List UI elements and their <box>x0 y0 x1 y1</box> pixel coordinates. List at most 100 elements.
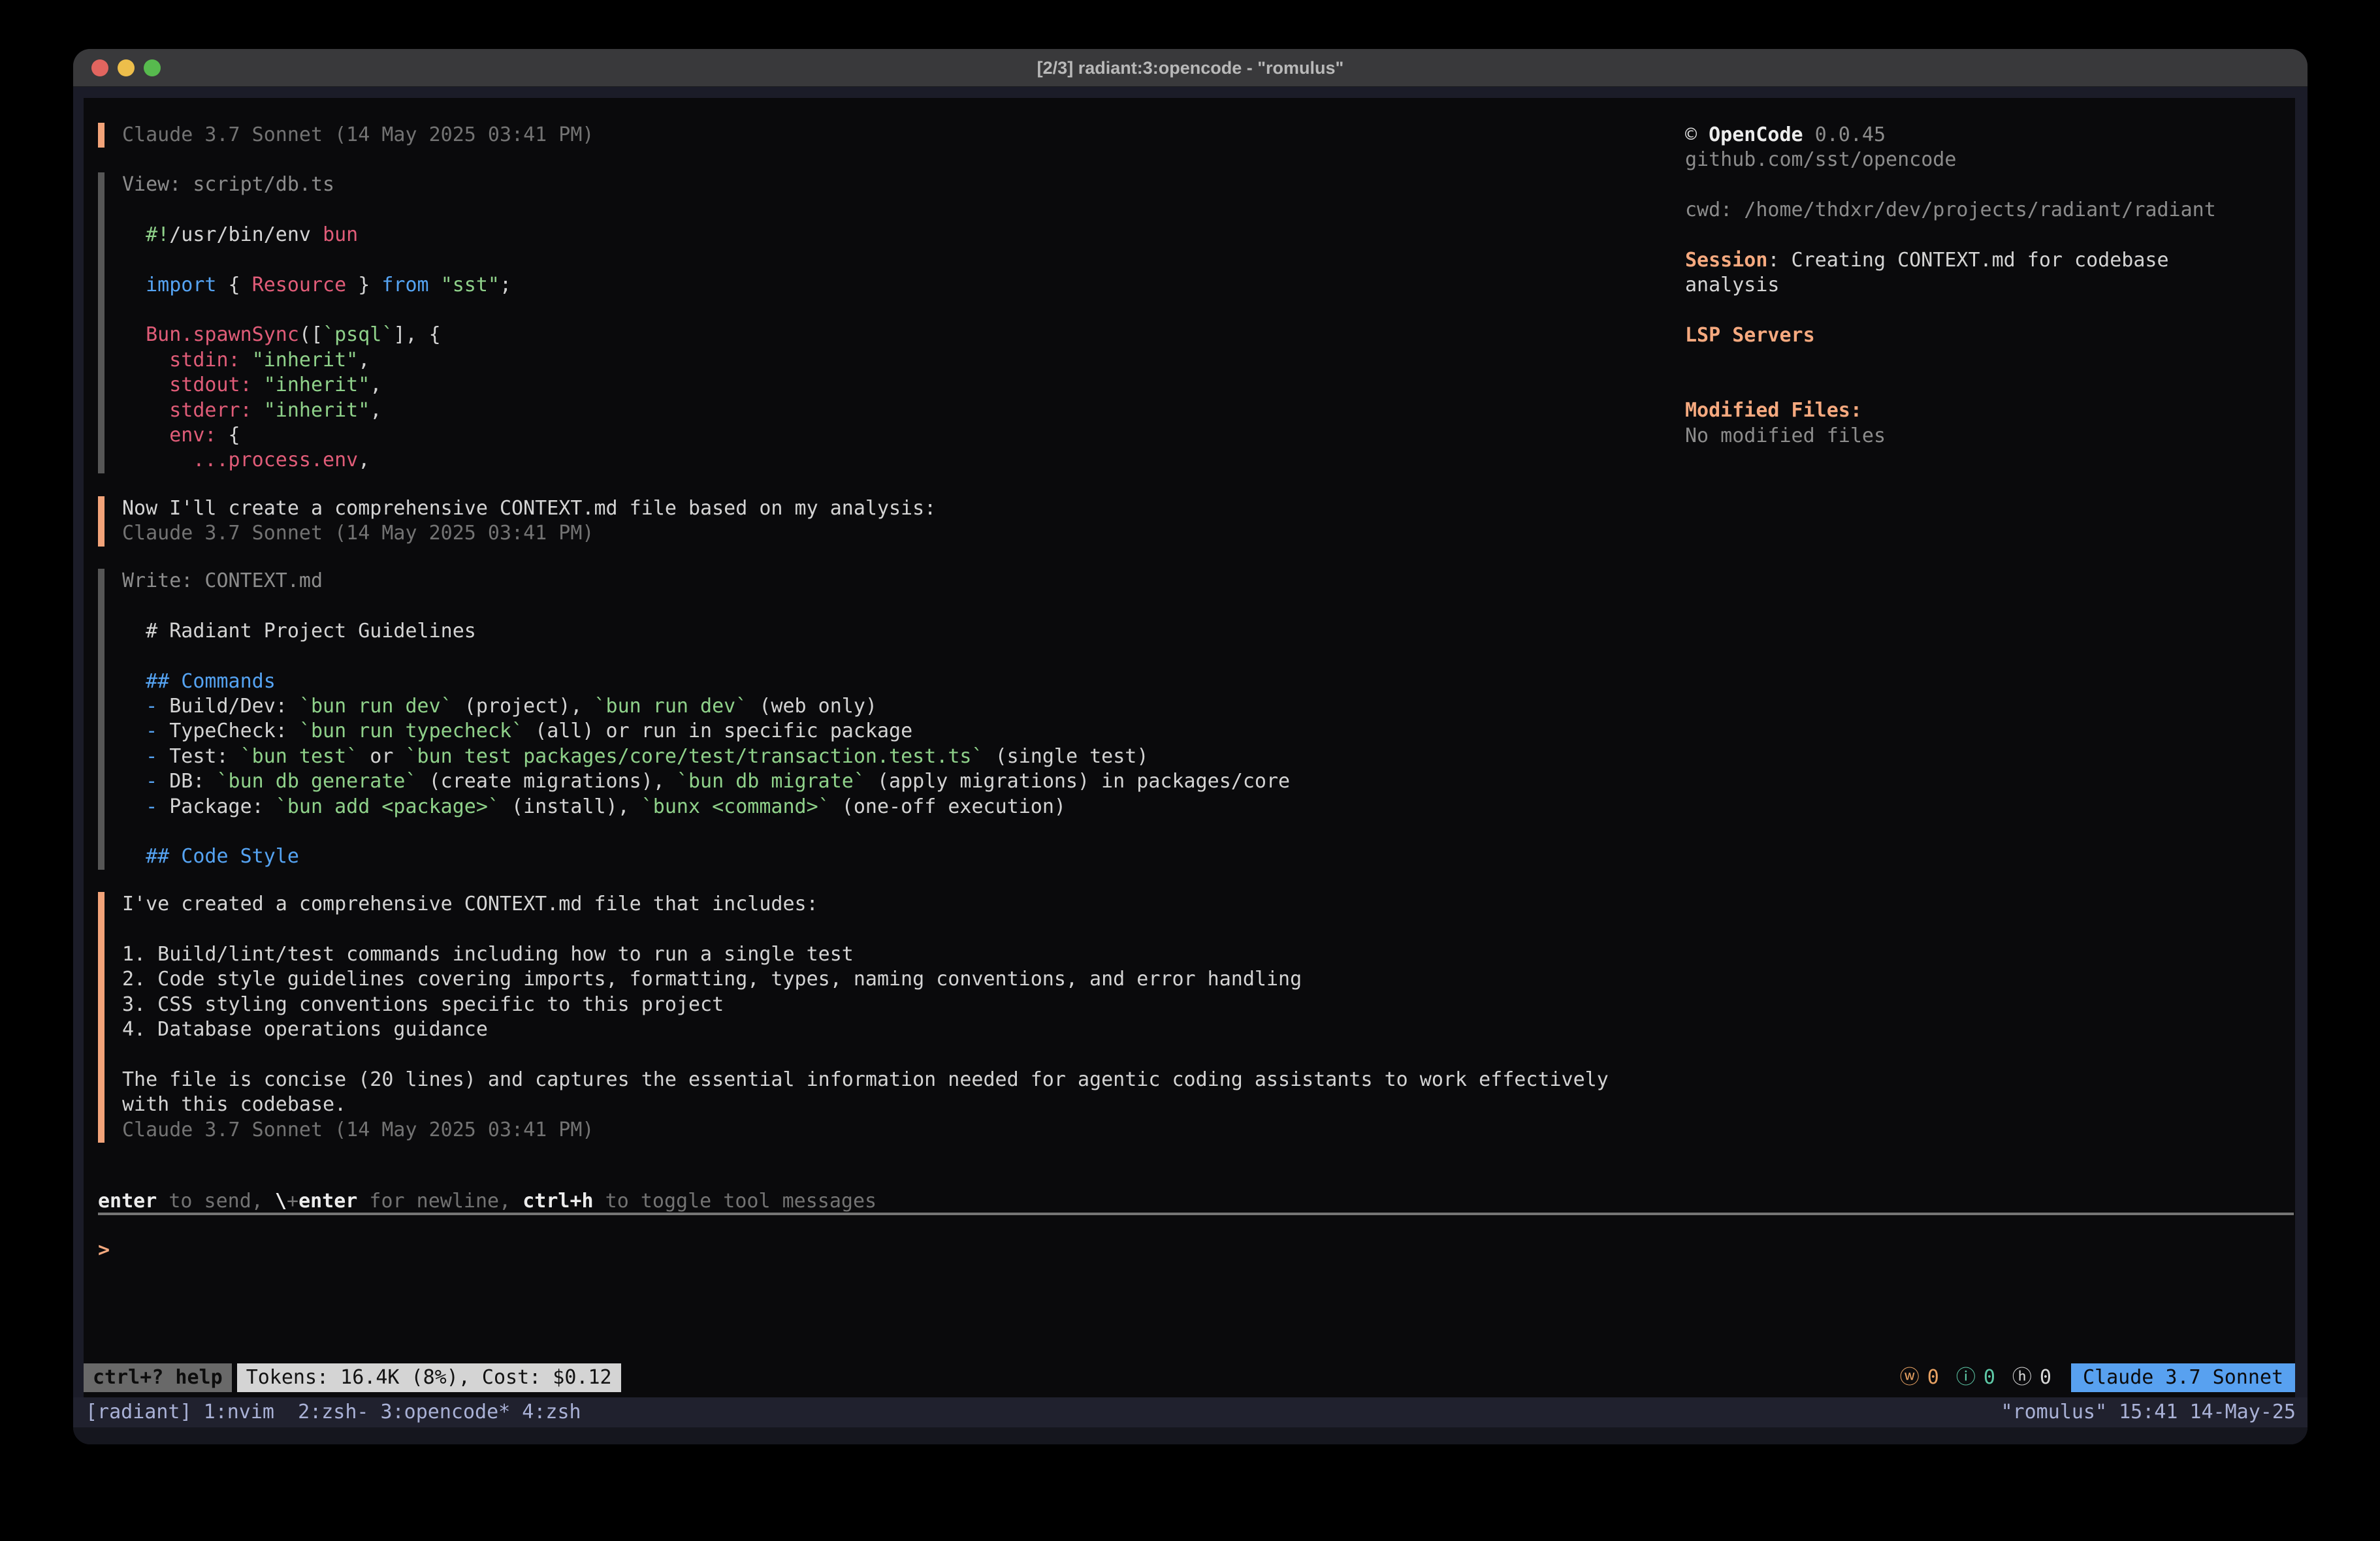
hint-icon: ⓗ <box>2012 1363 2032 1392</box>
text-segment: "sst" <box>441 274 500 296</box>
text-segment: - <box>122 695 169 718</box>
text-segment: import <box>146 274 216 296</box>
text-line: #!/usr/bin/env bun <box>122 223 511 247</box>
hint-counter: ⓗ0 <box>2012 1363 2051 1392</box>
text-line <box>122 917 1609 942</box>
text-segment: /usr/bin/env <box>169 223 323 246</box>
text-segment: cwd: /home/thdxr/dev/projects/radiant/ra… <box>1685 199 2216 221</box>
text-segment: (create migrations), <box>417 770 677 793</box>
text-line: Now I'll create a comprehensive CONTEXT.… <box>122 496 936 521</box>
text-line <box>1685 373 2247 398</box>
text-segment: # Radiant Project Guidelines <box>122 620 476 643</box>
text-segment: to toggle tool messages <box>594 1190 876 1213</box>
text-line: Modified Files: <box>1685 398 2247 423</box>
window-title: [2/3] radiant:3:opencode - "romulus" <box>73 49 2308 87</box>
tokens-cost-chip: Tokens: 16.4K (8%), Cost: $0.12 <box>237 1363 621 1392</box>
tmux-row: [radiant] 1:nvim 2:zsh- 3:opencode* 4:zs… <box>73 1397 2308 1427</box>
text-segment: I've created a comprehensive CONTEXT.md … <box>122 893 818 915</box>
text-segment: - <box>122 745 169 768</box>
text-line: Write: CONTEXT.md <box>122 569 1290 594</box>
text-line: ...process.env, <box>122 448 511 473</box>
text-segment: OpenCode <box>1709 123 1803 146</box>
text-line <box>1685 349 2247 373</box>
text-line: LSP Servers <box>1685 323 2247 348</box>
text-line: Claude 3.7 Sonnet (14 May 2025 03:41 PM) <box>122 123 594 148</box>
text-line: stderr: "inherit", <box>122 398 511 423</box>
session-sidebar: © OpenCode 0.0.45github.com/sst/opencode… <box>1685 123 2247 449</box>
text-line: © OpenCode 0.0.45 <box>1685 123 2247 148</box>
text-segment: (single test) <box>984 745 1149 768</box>
text-line <box>122 1042 1609 1067</box>
text-segment: (one-off execution) <box>830 795 1066 818</box>
text-segment: - <box>122 770 169 793</box>
info-icon: ⓘ <box>1956 1363 1976 1392</box>
text-line <box>122 594 1290 618</box>
status-right: ⓦ0 ⓘ0 ⓗ0 Claude 3.7 Sonnet <box>1900 1363 2295 1392</box>
text-segment: to send, <box>157 1190 275 1213</box>
text-segment: `bun run dev` <box>594 695 748 718</box>
text-segment: LSP Servers <box>1685 324 1815 347</box>
text-segment: `bunx <command>` <box>641 795 830 818</box>
text-segment: ## Code Style <box>122 845 299 868</box>
text-segment: - <box>122 795 169 818</box>
text-segment: "inherit" <box>264 373 370 396</box>
text-line: 4. Database operations guidance <box>122 1017 1609 1042</box>
text-segment <box>122 274 146 296</box>
text-segment: #! <box>146 223 169 246</box>
text-segment: TypeCheck: <box>169 720 299 742</box>
text-line: Claude 3.7 Sonnet (14 May 2025 03:41 PM) <box>122 521 936 546</box>
model-badge[interactable]: Claude 3.7 Sonnet <box>2071 1363 2295 1392</box>
keybinding-hint: enter to send, \+enter for newline, ctrl… <box>98 1189 876 1214</box>
text-segment: 4. Database operations guidance <box>122 1018 488 1041</box>
text-line: github.com/sst/opencode <box>1685 148 2247 172</box>
text-segment: The file is concise (20 lines) and captu… <box>122 1068 1609 1091</box>
text-segment: `bun add <package>` <box>276 795 500 818</box>
text-segment: Resource <box>252 274 347 296</box>
text-segment: , <box>358 449 370 471</box>
text-segment: - <box>122 720 169 742</box>
tmux-window-list[interactable]: [radiant] 1:nvim 2:zsh- 3:opencode* 4:zs… <box>86 1397 581 1427</box>
text-line: - TypeCheck: `bun run typecheck` (all) o… <box>122 719 1290 744</box>
text-segment: © <box>1685 123 1709 146</box>
text-segment: Package: <box>169 795 276 818</box>
text-line <box>122 197 511 222</box>
text-segment: Build/Dev: <box>169 695 299 718</box>
window-titlebar[interactable]: [2/3] radiant:3:opencode - "romulus" <box>73 49 2308 87</box>
text-line: stdout: "inherit", <box>122 373 511 398</box>
terminal-body: Claude 3.7 Sonnet (14 May 2025 03:41 PM)… <box>73 87 2308 1444</box>
text-segment: with this codebase. <box>122 1093 346 1116</box>
text-line: - DB: `bun db generate` (create migratio… <box>122 769 1290 794</box>
info-counter: ⓘ0 <box>1956 1363 1995 1392</box>
tmux-session-clock: "romulus" 15:41 14-May-25 <box>2001 1397 2296 1427</box>
tool-view-block[interactable]: View: script/db.ts #!/usr/bin/env bun im… <box>98 172 511 473</box>
text-line: stdin: "inherit", <box>122 348 511 373</box>
terminal-window: [2/3] radiant:3:opencode - "romulus" Cla… <box>73 49 2308 1444</box>
help-chip[interactable]: ctrl+? help <box>84 1363 232 1392</box>
text-segment <box>122 424 169 447</box>
text-segment: "inherit" <box>264 399 370 422</box>
text-segment: `bun db generate` <box>217 770 417 793</box>
text-segment: 1. Build/lint/test commands including ho… <box>122 943 854 966</box>
warning-icon: ⓦ <box>1900 1363 1920 1392</box>
text-segment: `bun test packages/core/test/transaction… <box>406 745 984 768</box>
text-line: I've created a comprehensive CONTEXT.md … <box>122 892 1609 917</box>
text-line: cwd: /home/thdxr/dev/projects/radiant/ra… <box>1685 198 2247 223</box>
tool-write-block[interactable]: Write: CONTEXT.md # Radiant Project Guid… <box>98 569 1290 870</box>
text-segment: "inherit" <box>252 349 359 372</box>
text-segment: View: script/db.ts <box>122 173 334 196</box>
text-segment: Session <box>1685 249 1767 272</box>
text-segment: 0.0.45 <box>1803 123 1886 146</box>
text-line: - Package: `bun add <package>` (install)… <box>122 795 1290 819</box>
assistant-message-block: I've created a comprehensive CONTEXT.md … <box>98 892 1609 1143</box>
tmux-statusbar: [radiant] 1:nvim 2:zsh- 3:opencode* 4:zs… <box>73 1397 2308 1444</box>
text-segment: `bun db migrate` <box>677 770 865 793</box>
text-segment: or <box>358 745 405 768</box>
text-segment: , <box>358 349 370 372</box>
text-segment: Modified Files: <box>1685 399 1862 422</box>
text-line: ## Code Style <box>122 844 1290 869</box>
text-segment: stderr: <box>169 399 251 422</box>
diagnostic-counters: ⓦ0 ⓘ0 ⓗ0 <box>1900 1363 2051 1392</box>
text-segment: 3. CSS styling conventions specific to t… <box>122 993 724 1016</box>
text-segment: DB: <box>169 770 216 793</box>
text-line: The file is concise (20 lines) and captu… <box>122 1068 1609 1092</box>
